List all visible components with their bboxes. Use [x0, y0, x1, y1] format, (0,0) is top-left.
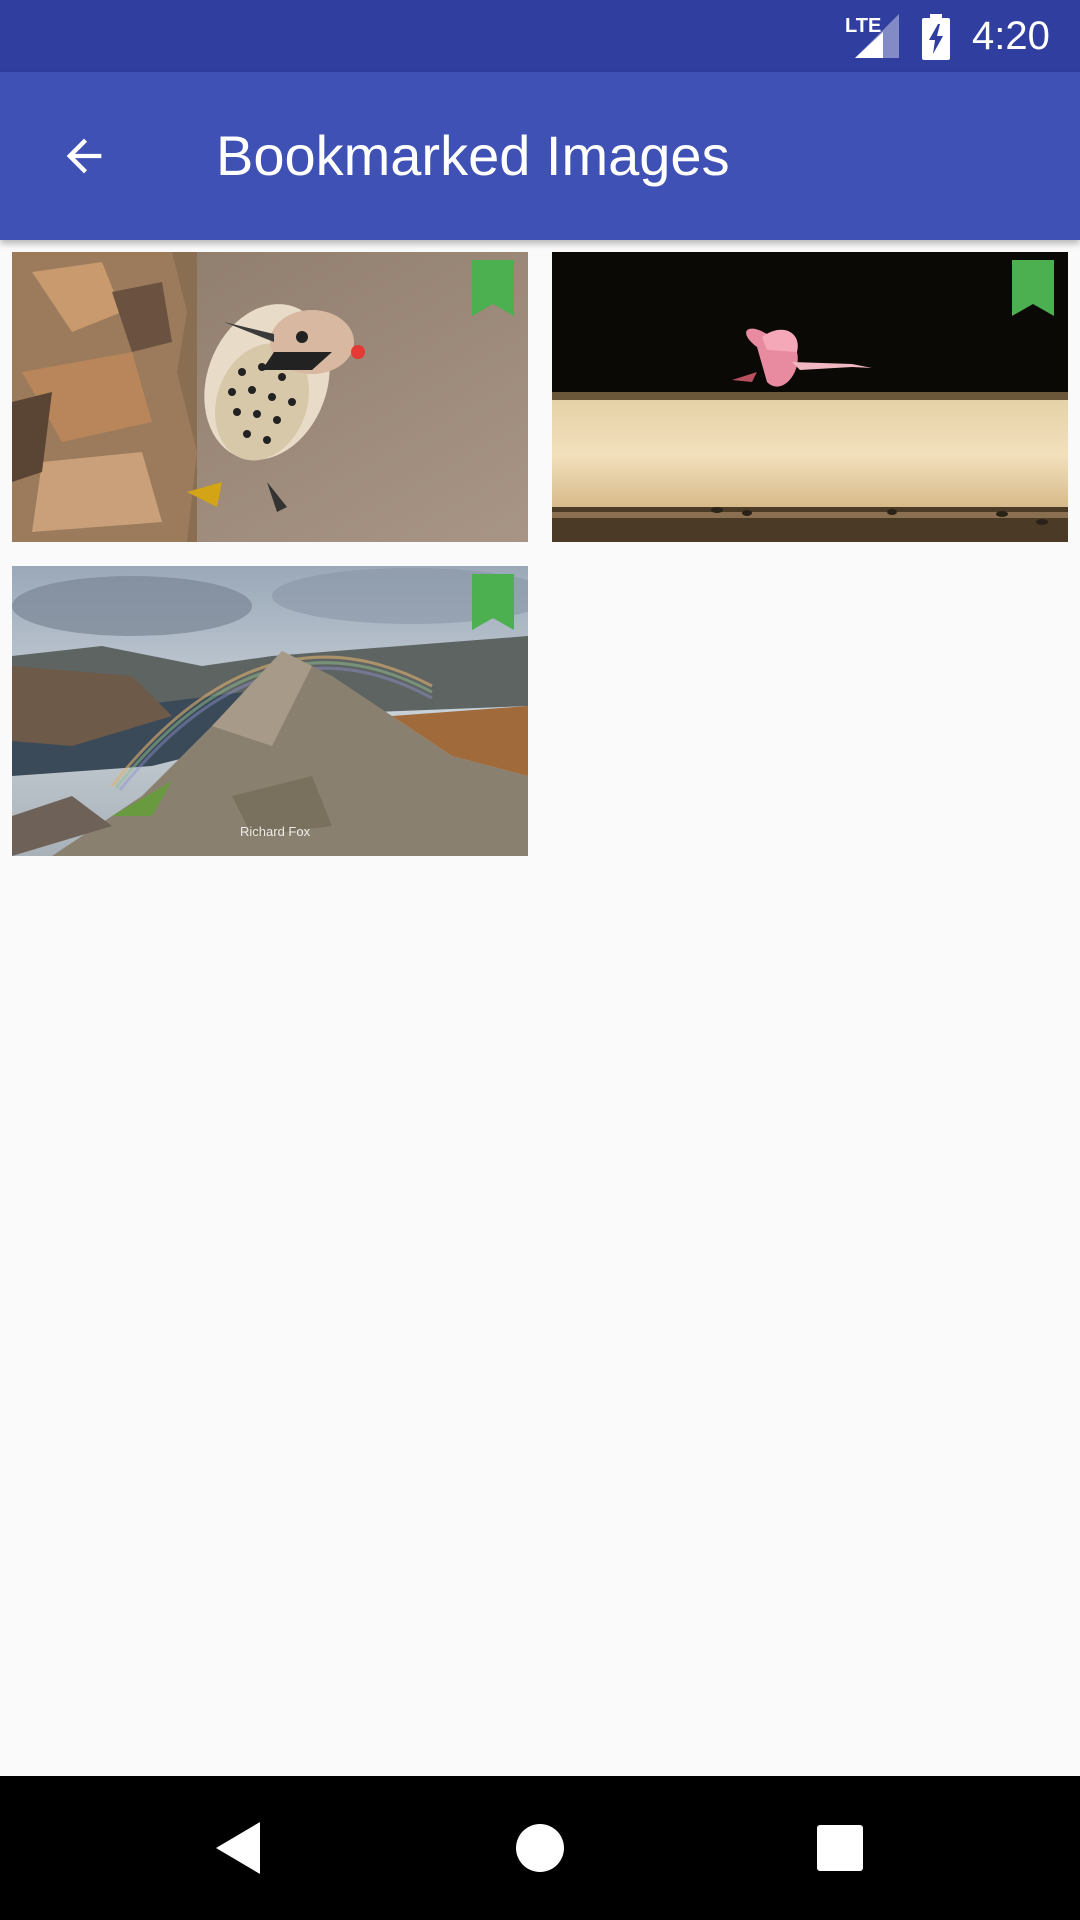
image-tile-mountain-rainbow[interactable]: Richard Fox	[12, 566, 528, 856]
image-tile-flamingo[interactable]	[552, 252, 1068, 542]
arrow-back-icon	[66, 138, 102, 174]
page-title: Bookmarked Images	[216, 124, 730, 187]
status-clock: 4:20	[972, 14, 1050, 58]
flamingo-photo	[552, 252, 1068, 542]
photo-watermark: Richard Fox	[240, 824, 311, 839]
bookmark-icon[interactable]	[1012, 260, 1054, 316]
navigation-bar	[0, 1776, 1080, 1920]
nav-back-icon	[216, 1822, 260, 1874]
network-type-label: LTE	[845, 15, 881, 37]
nav-recents-icon	[817, 1825, 863, 1871]
lte-signal-icon: LTE	[845, 14, 899, 58]
bookmark-icon[interactable]	[472, 260, 514, 316]
battery-charging-icon	[922, 14, 950, 60]
woodpecker-photo	[12, 252, 528, 542]
image-tile-woodpecker[interactable]	[12, 252, 528, 542]
back-button[interactable]	[40, 112, 128, 200]
app-bar: Bookmarked Images	[0, 72, 1080, 240]
status-bar: LTE 4:20	[0, 0, 1080, 72]
nav-back-button[interactable]	[200, 1808, 280, 1888]
bookmark-icon[interactable]	[472, 574, 514, 630]
nav-recents-button[interactable]	[800, 1808, 880, 1888]
nav-home-icon	[516, 1824, 564, 1872]
mountain-rainbow-photo	[12, 566, 528, 856]
nav-home-button[interactable]	[500, 1808, 580, 1888]
